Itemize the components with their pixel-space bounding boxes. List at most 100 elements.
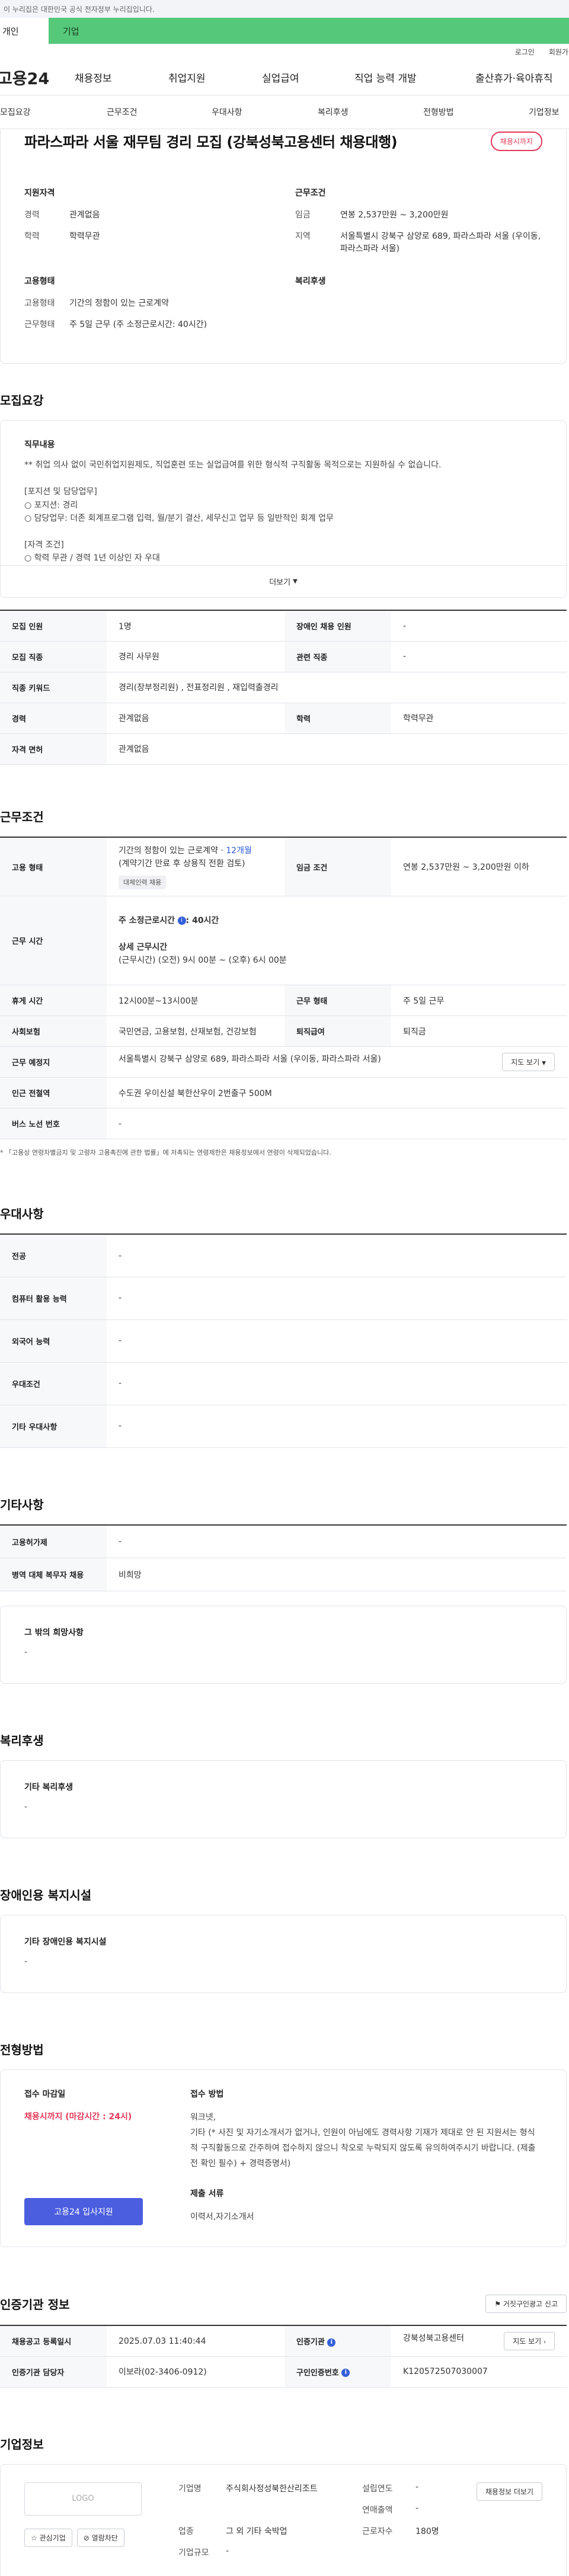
utility-links: 로그인 회원가입 — [0, 44, 569, 59]
table-cell: 기간의 정함이 있는 근로계약 · 12개월 (계약기간 만료 후 상용직 전환… — [107, 837, 284, 897]
table-header: 사회보험 — [0, 1015, 107, 1047]
more-label: 더보기 — [269, 578, 291, 588]
table-cell: - — [107, 1524, 567, 1559]
report-icon: ⚑ — [494, 2300, 501, 2309]
preference-heading: 우대사항 — [0, 1207, 44, 1222]
method-heading: 접수 방법 — [190, 2090, 224, 2100]
table-header: 인증기관 담당자 — [0, 2356, 107, 2388]
deadline-badge: 채용시까지 — [490, 132, 542, 151]
detail-hours-label: 상세 근무시간 — [119, 942, 168, 952]
other-wishes-value: - — [24, 1648, 28, 1658]
benefit-heading: 복리후생 — [295, 277, 326, 287]
global-nav: 고용24 채용정보 취업지원 실업급여 직업 능력 개발 출산휴가·육아휴직 — [0, 59, 569, 95]
table-row: 병역 대체 복무자 채용 비희망 — [0, 1558, 567, 1592]
tab-business[interactable]: 기업 — [49, 18, 569, 44]
table-cell: 비희망 — [107, 1558, 567, 1592]
company-section: 기업정보 LOGO ☆ 관심기업 ⊘ 열람차단 기업명 주식회사정성북한산리조트… — [0, 2435, 567, 2576]
gnb-item-training[interactable]: 직업 능력 개발 — [354, 70, 417, 85]
table-header: 외국어 능력 — [0, 1319, 107, 1363]
table-cell: - — [107, 1277, 567, 1320]
table-row: 경력 관계없음 학력 학력무관 — [0, 703, 567, 734]
career-value: 관계없음 — [69, 210, 100, 220]
table-header: 퇴직급여 — [284, 1015, 391, 1047]
employment-type-text: 기간의 정함이 있는 근로계약 · — [119, 846, 226, 856]
table-header: 인근 전철역 — [0, 1077, 107, 1109]
career-label: 경력 — [24, 210, 40, 220]
employment-type-value: 기간의 정함이 있는 근로계약 — [69, 299, 169, 309]
qualification-heading: 지원자격 — [24, 188, 55, 198]
table-header: 근무 예정지 — [0, 1046, 107, 1078]
table-row: 컴퓨터 활용 능력 - — [0, 1277, 567, 1320]
employees-label: 근로자수 — [362, 2526, 393, 2536]
age-note: * 「고용상 연령차별금지 및 고령자 고용촉진에 관한 법률」에 저촉되는 연… — [0, 1149, 331, 1157]
info-icon[interactable]: i — [177, 917, 186, 925]
table-header: 버스 노선 번호 — [0, 1108, 107, 1140]
tab-company[interactable]: 기업정보 — [529, 106, 560, 118]
recruit-heading: 모집요강 — [0, 393, 44, 408]
site-logo[interactable]: 고용24 — [0, 66, 73, 89]
recruit-table: 모집 인원 1명 장애인 채용 인원 - 모집 직종 경리 사무원 관련 직종 … — [0, 610, 567, 765]
table-header: 병역 대체 복무자 채용 — [0, 1558, 107, 1592]
table-cell: - — [107, 1362, 567, 1405]
tab-preference[interactable]: 우대사항 — [212, 106, 242, 118]
gnb-item-support[interactable]: 취업지원 — [168, 70, 206, 85]
table-header: 근무 시간 — [0, 896, 107, 986]
info-icon[interactable]: i — [341, 2369, 350, 2378]
report-button[interactable]: ⚑ 거짓구인광고 신고 — [485, 2295, 567, 2314]
login-link[interactable]: 로그인 — [515, 47, 535, 57]
table-row: 근무 시간 주 소정근로시간 i: 40시간 상세 근무시간 (근무시간) (오… — [0, 896, 567, 986]
more-button[interactable]: 더보기 ▼ — [1, 565, 566, 598]
deadline-heading: 접수 마감일 — [24, 2090, 66, 2100]
work-section: 근무조건 고용 형태 기간의 정함이 있는 근로계약 · 12개월 (계약기간 … — [0, 808, 567, 1158]
employment-type-label: 고용형태 — [24, 299, 55, 309]
tab-welfare[interactable]: 복리후생 — [318, 106, 349, 118]
map-button[interactable]: 지도 보기 ▼ — [502, 1053, 555, 1072]
company-jobs-button[interactable]: 채용정보 더보기 — [476, 2482, 542, 2501]
company-info: 기업명 주식회사정성북한산리조트 설립연도 - 연매출액 - 업종 그 외 기타… — [142, 2482, 472, 2558]
gnb-item-leave[interactable]: 출산휴가·육아휴직 — [475, 70, 553, 85]
apply-button[interactable]: 고용24 입사지원 — [24, 2198, 143, 2226]
work-type-label: 근무형태 — [24, 319, 55, 329]
table-cell: 퇴직금 — [391, 1015, 567, 1047]
weekly-hours-label: 주 소정근로시간 — [119, 916, 175, 926]
table-cell: 관계없음 — [107, 703, 284, 734]
page-title: 파라스파라 서울 재무팀 경리 모집 (강북성북고용센터 채용대행) — [24, 134, 398, 150]
table-cell: - — [107, 1319, 567, 1363]
block-company-button[interactable]: ⊘ 열람차단 — [76, 2528, 124, 2547]
gnb-item-benefit[interactable]: 실업급여 — [262, 70, 299, 85]
work-heading: 근무조건 — [0, 809, 44, 824]
report-button-label: 거짓구인광고 신고 — [503, 2300, 558, 2309]
star-icon: ☆ — [31, 2533, 37, 2542]
table-header: 구인인증번호 i — [284, 2356, 391, 2388]
table-cell: - — [107, 1234, 567, 1277]
wage-label: 임금 — [295, 210, 311, 220]
table-row: 근무 예정지 서울특별시 강북구 삼양로 689, 파라스파라 서울 (우이동,… — [0, 1046, 567, 1078]
table-cell: - — [107, 1405, 567, 1448]
chevron-right-icon: › — [544, 2339, 546, 2346]
section-tabs: 모집요강 근무조건 우대사항 복리후생 전형방법 기업정보 — [0, 95, 569, 129]
docs-value: 이력서,자기소개서 — [190, 2212, 254, 2222]
main-content: 파라스파라 서울 재무팀 경리 모집 (강북성북고용센터 채용대행) 채용시까지… — [0, 129, 569, 2576]
gnb-item-jobs[interactable]: 채용정보 — [75, 70, 112, 85]
tab-individual-label: 개인 — [2, 25, 19, 37]
agency-map-button[interactable]: 지도 보기 › — [504, 2332, 555, 2351]
job-description-text: ** 취업 의사 없이 국민취업지원제도, 직업훈련 또는 실업급여를 위한 형… — [24, 460, 442, 576]
tab-conditions[interactable]: 근무조건 — [107, 106, 138, 118]
table-row: 직종 키워드 경리(장부정리원) , 전표정리원 , 재입력출경리 — [0, 672, 567, 703]
join-link[interactable]: 회원가입 — [549, 47, 569, 57]
favorite-company-button[interactable]: ☆ 관심기업 — [24, 2528, 72, 2547]
apply-box: 접수 마감일 채용시까지 (마감시간 : 24시) 고용24 입사지원 접수 방… — [0, 2069, 567, 2248]
welfare-box: 기타 복리후생 - — [0, 1760, 567, 1839]
welfare-heading: 복리후생 — [0, 1734, 44, 1748]
info-icon[interactable]: i — [327, 2338, 336, 2347]
table-cell: 경리(장부정리원) , 전표정리원 , 재입력출경리 — [107, 672, 567, 703]
tab-selection[interactable]: 전형방법 — [423, 106, 454, 118]
tab-individual[interactable]: 개인 — [0, 18, 49, 44]
industry-value: 그 외 기타 숙박업 — [226, 2526, 287, 2536]
tab-recruit[interactable]: 모집요강 — [0, 106, 31, 118]
preference-section: 우대사항 전공 - 컴퓨터 활용 능력 - 외국어 능력 - 우대조건 - 기타 우대사… — [0, 1204, 567, 1448]
table-header: 채용공고 등록일시 — [0, 2325, 107, 2357]
table-cell: 주 소정근로시간 i: 40시간 상세 근무시간 (근무시간) (오전) 9시 … — [107, 896, 567, 986]
chevron-down-icon: ▼ — [542, 1060, 546, 1067]
company-box: LOGO ☆ 관심기업 ⊘ 열람차단 기업명 주식회사정성북한산리조트 설립연도… — [0, 2463, 567, 2576]
